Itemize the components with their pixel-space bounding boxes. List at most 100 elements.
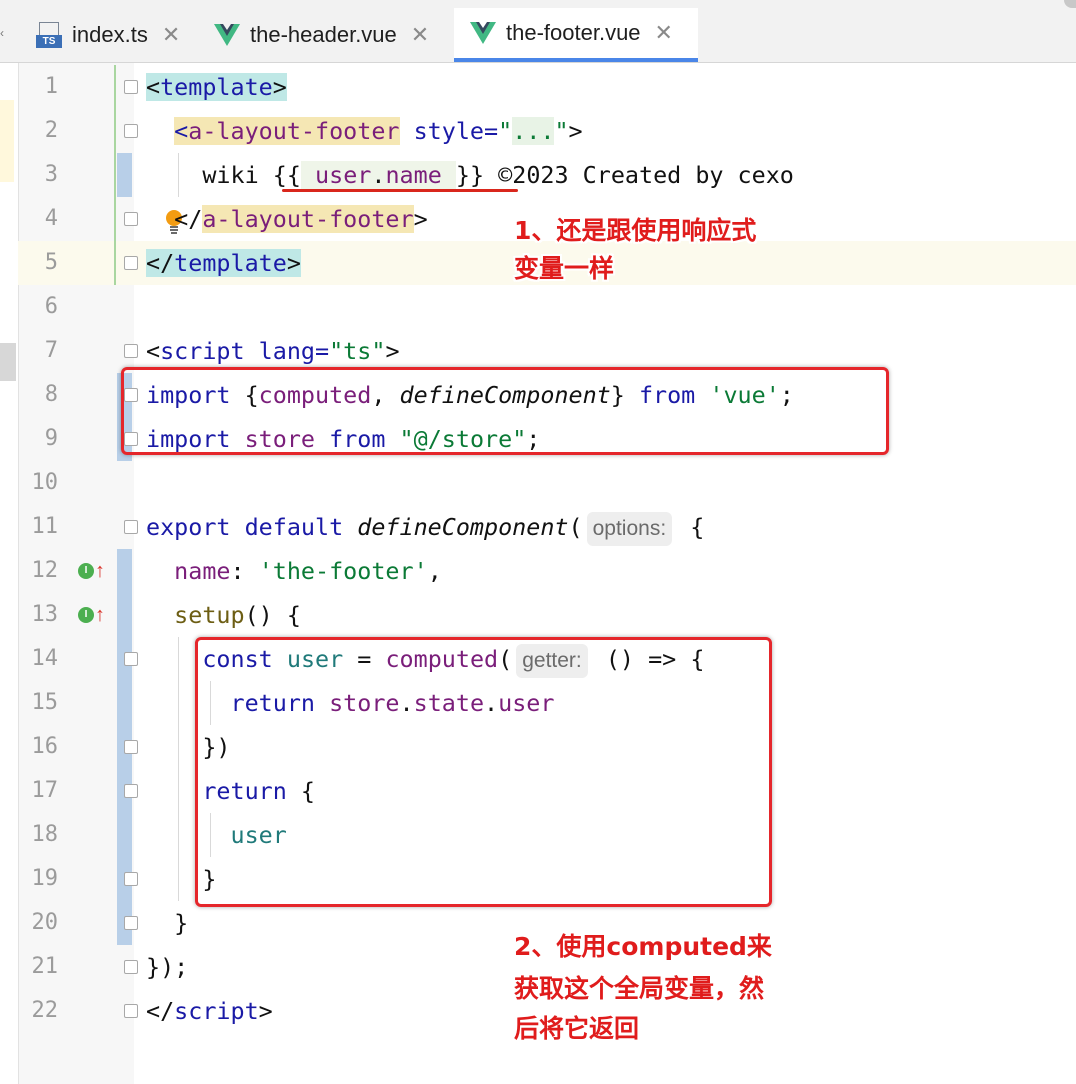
line-number[interactable]: 1 <box>20 65 58 109</box>
attribute-name: style= <box>399 117 499 145</box>
function-name: defineComponent <box>357 513 569 541</box>
tab-scroll-left-icon[interactable]: ‹ <box>0 26 6 40</box>
attribute-quote: " <box>554 117 569 145</box>
space <box>300 161 316 189</box>
fold-icon[interactable] <box>124 80 138 94</box>
fold-icon[interactable] <box>124 520 138 534</box>
line-number[interactable]: 17 <box>20 769 59 813</box>
annotation-note-2-line-2: 获取这个全局变量，然 <box>514 974 765 1003</box>
code-line-2[interactable]: <a-layout-footer style="..."> <box>146 109 583 153</box>
annotation-note-1-line-2: 变量一样 <box>514 254 615 283</box>
line-number[interactable]: 8 <box>20 373 58 417</box>
property-name: name <box>385 161 442 189</box>
line-number[interactable]: 7 <box>20 329 58 373</box>
attribute-name: lang= <box>244 337 330 365</box>
annotation-note-2-line-1: 2、使用computed来 <box>514 932 772 961</box>
implement-marker[interactable]: I ↑ <box>78 604 105 626</box>
fold-icon[interactable] <box>124 784 138 798</box>
line-number[interactable]: 19 <box>20 857 59 901</box>
code-line-21[interactable]: }); <box>146 945 188 989</box>
vue-file-icon <box>214 24 240 46</box>
fold-icon[interactable] <box>124 124 138 138</box>
tag-bracket: < <box>146 73 161 101</box>
fold-icon[interactable] <box>124 960 138 974</box>
tag-name: a-layout-footer <box>188 117 400 145</box>
line-number[interactable]: 22 <box>20 989 59 1033</box>
line-number[interactable]: 2 <box>20 109 58 153</box>
code-line-4[interactable]: </a-layout-footer> <box>146 197 428 241</box>
tab-the-footer-vue[interactable]: the-footer.vue ✕ <box>454 8 698 62</box>
fold-icon[interactable] <box>124 740 138 754</box>
code-rest: () { <box>244 601 301 629</box>
line-number[interactable]: 5 <box>20 241 58 285</box>
text-content: wiki <box>202 161 273 189</box>
line-number[interactable]: 11 <box>20 505 59 549</box>
side-strip <box>0 63 19 1084</box>
line-number[interactable]: 18 <box>20 813 59 857</box>
tab-label: index.ts <box>72 22 148 47</box>
arrow-up-icon: ↑ <box>95 604 105 626</box>
code-line-11[interactable]: export default defineComponent(options: … <box>146 505 704 549</box>
line-number[interactable]: 9 <box>20 417 58 461</box>
tag-bracket: > <box>385 337 400 365</box>
line-number[interactable]: 4 <box>20 197 58 241</box>
tag-bracket: </ <box>146 997 175 1025</box>
code-line-12[interactable]: name: 'the-footer', <box>146 549 442 593</box>
line-number[interactable]: 3 <box>20 153 58 197</box>
annotation-note-1-line-1: 1、还是跟使用响应式 <box>514 216 757 245</box>
line-number[interactable]: 6 <box>20 285 58 329</box>
line-number[interactable]: 13 <box>20 593 59 637</box>
code-text: }); <box>146 953 189 981</box>
line-number[interactable]: 20 <box>20 901 59 945</box>
code-line-1[interactable]: <template> <box>146 65 287 109</box>
line-number[interactable]: 21 <box>20 945 59 989</box>
close-icon[interactable]: ✕ <box>411 22 429 48</box>
tag-bracket: </ <box>174 205 203 233</box>
tag-bracket: > <box>258 997 273 1025</box>
fold-icon[interactable] <box>124 872 138 886</box>
line-number[interactable]: 16 <box>20 725 59 769</box>
keyword: export <box>146 513 231 541</box>
attribute-quote: " <box>498 117 513 145</box>
code-line-13[interactable]: setup() { <box>146 593 301 637</box>
fold-icon[interactable] <box>124 652 138 666</box>
interpolation-close: }} <box>455 161 485 189</box>
method-name: setup <box>174 601 245 629</box>
tag-bracket: > <box>568 117 583 145</box>
implement-badge-icon: I <box>78 563 94 579</box>
vcs-change-bar[interactable] <box>117 153 132 197</box>
line-number[interactable]: 15 <box>20 681 59 725</box>
line-number[interactable]: 10 <box>20 461 59 505</box>
code-line-20[interactable]: } <box>146 901 188 945</box>
dot: . <box>371 161 386 189</box>
tab-the-header-vue[interactable]: the-header.vue ✕ <box>214 8 450 62</box>
annotation-note-2-line-3: 后将它返回 <box>514 1014 640 1043</box>
tag-bracket: < <box>146 337 161 365</box>
line-number[interactable]: 14 <box>20 637 59 681</box>
strip-scroll-thumb[interactable] <box>0 343 16 381</box>
fold-icon[interactable] <box>124 212 138 226</box>
fold-icon[interactable] <box>124 916 138 930</box>
close-icon[interactable]: ✕ <box>655 20 673 46</box>
tag-name: template <box>174 249 287 277</box>
code-text: } <box>174 909 189 937</box>
string-literal: 'the-footer' <box>258 557 428 585</box>
editor-tab-bar: ‹ TS index.ts ✕ the-header.vue ✕ the-foo… <box>0 0 1076 63</box>
folded-attribute-value[interactable]: ... <box>512 117 555 145</box>
vcs-added-bar <box>114 65 116 285</box>
code-line-5[interactable]: </template> <box>146 241 301 285</box>
parameter-hint: options: <box>586 511 673 546</box>
implement-marker[interactable]: I ↑ <box>78 561 105 581</box>
fold-icon[interactable] <box>124 256 138 270</box>
line-number[interactable]: 12 <box>20 549 59 593</box>
fold-icon[interactable] <box>124 1004 138 1018</box>
attribute-value: "ts" <box>329 337 386 365</box>
code-line-22[interactable]: </script> <box>146 989 273 1033</box>
tag-name: a-layout-footer <box>202 205 414 233</box>
tab-index-ts[interactable]: TS index.ts ✕ <box>36 8 196 62</box>
comma: , <box>427 557 442 585</box>
close-icon[interactable]: ✕ <box>162 22 180 48</box>
fold-icon[interactable] <box>124 344 138 358</box>
